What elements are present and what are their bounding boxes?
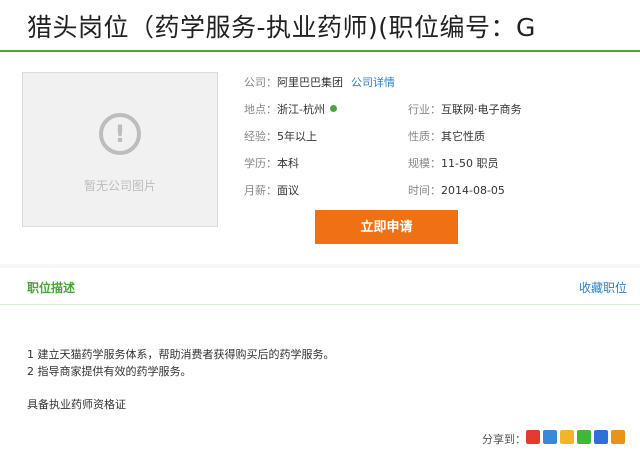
time-field: 时间：2014-08-05 <box>408 184 505 197</box>
no-image-text: 暂无公司图片 <box>83 179 156 193</box>
tencent-weibo-icon[interactable] <box>560 430 574 444</box>
section-title: 职位描述 <box>27 281 76 295</box>
exclamation-circle-icon: ! <box>99 113 141 155</box>
location-field: 地点：浙江-杭州 <box>244 101 337 117</box>
title-bar: 猎头岗位（药学服务-执业药师)(职位编号：G <box>0 0 640 52</box>
salary-field: 月薪：面议 <box>244 184 299 197</box>
job-description-body: 1 建立天猫药学服务体系，帮助消费者获得购买后的药学服务。 2 指导商家提供有效… <box>0 305 640 413</box>
apply-now-button[interactable]: 立即申请 <box>315 210 458 244</box>
company-name: 阿里巴巴集团 <box>277 76 343 89</box>
description-line: 1 建立天猫药学服务体系，帮助消费者获得购买后的药学服务。 <box>27 348 335 361</box>
share-icons <box>526 430 625 444</box>
nature-field: 性质：其它性质 <box>408 130 485 143</box>
description-line: 具备执业药师资格证 <box>27 398 126 411</box>
qzone-icon[interactable] <box>543 430 557 444</box>
map-pin-icon[interactable] <box>329 105 337 112</box>
experience-field: 经验：5年以上 <box>244 130 317 143</box>
douban-icon[interactable] <box>611 430 625 444</box>
job-description-header: 职位描述 收藏职位 <box>0 268 640 305</box>
education-field: 学历：本科 <box>244 157 299 170</box>
wechat-icon[interactable] <box>577 430 591 444</box>
favorite-job-link[interactable]: 收藏职位 <box>579 279 627 296</box>
company-logo-placeholder: ! 暂无公司图片 <box>22 72 218 227</box>
renren-icon[interactable] <box>594 430 608 444</box>
share-label: 分享到： <box>482 433 526 446</box>
industry-field: 行业：互联网·电子商务 <box>408 103 522 116</box>
company-field: 公司：阿里巴巴集团 公司详情 <box>244 76 395 89</box>
job-info-panel: ! 暂无公司图片 公司：阿里巴巴集团 公司详情 地点：浙江-杭州 行业：互联网·电… <box>0 52 640 264</box>
weibo-icon[interactable] <box>526 430 540 444</box>
company-detail-link[interactable]: 公司详情 <box>351 76 395 89</box>
page-title: 猎头岗位（药学服务-执业药师)(职位编号：G <box>27 13 536 42</box>
scale-field: 规模：11-50 职员 <box>408 157 499 170</box>
description-line: 2 指导商家提供有效的药学服务。 <box>27 365 192 378</box>
